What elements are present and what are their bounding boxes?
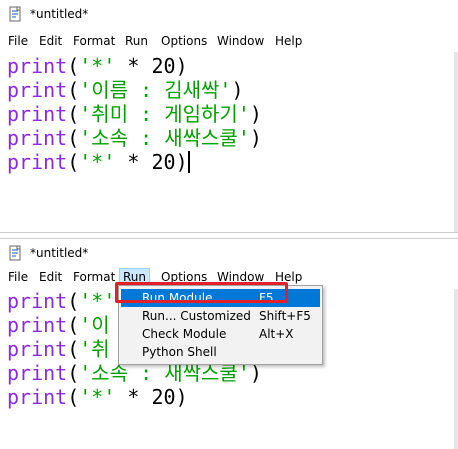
- menu-file[interactable]: File: [5, 269, 31, 285]
- menu-run[interactable]: Run: [122, 33, 151, 49]
- menu-run-open[interactable]: Run: [119, 268, 151, 286]
- code-line: print('취: [7, 337, 110, 361]
- window-title: *untitled*: [30, 7, 89, 21]
- code-editor[interactable]: print('*' * 20) print('이름 : 김새싹') print(…: [0, 53, 458, 232]
- check-module-item[interactable]: Check Module Alt+X: [121, 325, 320, 343]
- code-line: print('취미 : 게임하기'): [7, 102, 262, 126]
- menu-help[interactable]: Help: [272, 269, 305, 285]
- menu-format[interactable]: Format: [70, 269, 118, 285]
- idle-editor-window-1: *untitled* File Edit Format Run Options …: [0, 0, 458, 233]
- scrollbar[interactable]: [454, 289, 458, 449]
- menu-format[interactable]: Format: [70, 33, 118, 49]
- document-icon: [9, 6, 21, 22]
- title-bar: *untitled*: [0, 0, 458, 28]
- menu-help[interactable]: Help: [272, 33, 305, 49]
- menu-options[interactable]: Options: [158, 33, 210, 49]
- menu-window[interactable]: Window: [214, 269, 267, 285]
- menu-edit[interactable]: Edit: [36, 269, 65, 285]
- scrollbar[interactable]: [454, 52, 458, 232]
- code-line: print('*' * 20): [7, 150, 190, 174]
- code-line: print('*' * 20): [7, 385, 188, 409]
- window-title: *untitled*: [30, 246, 89, 260]
- text-cursor: [187, 151, 190, 173]
- menu-file[interactable]: File: [5, 33, 31, 49]
- document-icon: [9, 245, 21, 261]
- python-shell-item[interactable]: Python Shell: [121, 343, 320, 361]
- menu-options[interactable]: Options: [158, 269, 210, 285]
- run-module-item[interactable]: Run Module F5: [121, 289, 320, 307]
- code-line: print('*' * 20): [7, 54, 188, 78]
- code-line: print('소속 : 새싹스쿨'): [7, 126, 262, 150]
- run-menu-dropdown: Run Module F5 Run... Customized Shift+F5 C…: [118, 285, 323, 365]
- code-line: print('이: [7, 313, 110, 337]
- menu-bar: File Edit Format Run Options Window Help: [0, 30, 458, 52]
- code-line: print('이름 : 김새싹'): [7, 78, 244, 102]
- code-line: print('*': [7, 289, 116, 313]
- title-bar: *untitled*: [0, 239, 458, 267]
- menu-edit[interactable]: Edit: [36, 33, 65, 49]
- run-customized-item[interactable]: Run... Customized Shift+F5: [121, 307, 320, 325]
- menu-window[interactable]: Window: [214, 33, 267, 49]
